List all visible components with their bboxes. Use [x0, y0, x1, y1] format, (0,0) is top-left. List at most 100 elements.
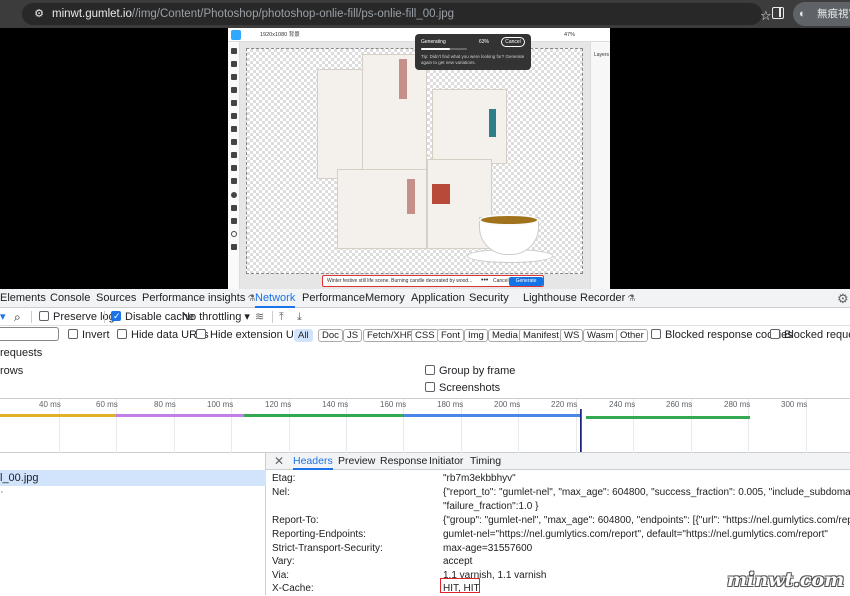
- lasso-tool-icon[interactable]: [231, 74, 237, 80]
- move-tool-icon[interactable]: [231, 48, 237, 54]
- filter-chip-manifest[interactable]: Manifest: [519, 329, 563, 342]
- checkbox-box: [425, 365, 435, 375]
- ps-layers-panel: Layers: [590, 42, 610, 289]
- package-stripe: [399, 59, 407, 99]
- tab-console[interactable]: Console: [50, 289, 90, 308]
- side-panel-icon[interactable]: [772, 7, 784, 19]
- tab-sources[interactable]: Sources: [96, 289, 136, 308]
- blocked-requests-checkbox[interactable]: Blocked requests: [770, 327, 850, 343]
- eyedropper-tool-icon[interactable]: [231, 178, 237, 184]
- ps-file-name[interactable]: 1920x1080 背景: [260, 30, 300, 40]
- network-conditions-icon[interactable]: ≋: [255, 309, 264, 325]
- tab-security[interactable]: Security: [469, 289, 509, 308]
- experimental-flask-icon: ⚗: [627, 293, 636, 303]
- tab-response[interactable]: Response: [380, 453, 427, 470]
- filter-chip-ws[interactable]: WS: [560, 329, 584, 342]
- ps-canvas[interactable]: [246, 48, 583, 274]
- timeline-bar-content: [116, 414, 244, 417]
- clone-tool-icon[interactable]: [231, 152, 237, 158]
- filter-chip-all[interactable]: All: [294, 329, 313, 342]
- ps-toolbar: [228, 42, 240, 289]
- site-settings-icon[interactable]: ⚙: [32, 7, 46, 21]
- invert-checkbox[interactable]: Invert: [68, 327, 110, 343]
- tab-application[interactable]: Application: [411, 289, 465, 308]
- pen-tool-icon[interactable]: [231, 126, 237, 132]
- browser-toolbar: ⚙ minwt.gumlet.io//img/Content/Photoshop…: [0, 0, 850, 28]
- filter-chip-css[interactable]: CSS: [411, 329, 439, 342]
- filter-chip-wasm[interactable]: Wasm: [583, 329, 618, 342]
- screenshots-checkbox[interactable]: Screenshots: [425, 382, 500, 394]
- eraser-tool-icon[interactable]: [231, 113, 237, 119]
- timeline-bar-request: [586, 416, 750, 419]
- zoom-tool-icon[interactable]: [231, 231, 237, 237]
- crop-tool-icon[interactable]: [231, 87, 237, 93]
- header-value: "rb7m3ekbbhyv": [443, 473, 516, 484]
- generating-progress-bar: [421, 48, 467, 50]
- filter-chip-img[interactable]: Img: [464, 329, 488, 342]
- watermark-logo: minwt.com: [727, 569, 845, 591]
- hide-data-urls-checkbox[interactable]: Hide data URLs: [117, 327, 209, 343]
- timeline-bar-download: [403, 414, 580, 417]
- third-party-requests-label[interactable]: requests: [0, 347, 42, 359]
- request-name: l_00.jpg: [0, 472, 39, 484]
- tab-network[interactable]: Network: [255, 289, 296, 308]
- import-har-icon[interactable]: ⤒: [279, 309, 284, 325]
- export-har-icon[interactable]: ⤓: [297, 309, 302, 325]
- ps-zoom[interactable]: 47%: [564, 30, 575, 40]
- network-overview-timeline[interactable]: 40 ms 60 ms 80 ms 100 ms 120 ms 140 ms 1…: [0, 398, 850, 454]
- prompt-input[interactable]: Winter festive still life scene. Burning…: [327, 278, 472, 284]
- more-tools-icon[interactable]: [231, 244, 237, 250]
- tab-timing[interactable]: Timing: [470, 453, 501, 470]
- prompt-generate-button[interactable]: Generate: [509, 277, 543, 286]
- tab-performance-insights[interactable]: Performance insights ⚗: [142, 289, 255, 308]
- timeline-bar-request: [244, 414, 403, 417]
- big-request-rows-label[interactable]: rows: [0, 365, 23, 377]
- filter-input[interactable]: [0, 327, 59, 341]
- tab-lighthouse[interactable]: Lighthouse: [523, 289, 577, 308]
- checkbox-box: [117, 329, 127, 339]
- bookmark-star-icon[interactable]: ☆: [760, 9, 772, 23]
- settings-gear-icon[interactable]: ⚙: [837, 292, 850, 305]
- fill-tool-icon[interactable]: [231, 165, 237, 171]
- checkbox-box: [196, 329, 206, 339]
- filter-funnel-icon[interactable]: ▾: [0, 309, 6, 325]
- filter-chip-other[interactable]: Other: [616, 329, 648, 342]
- filter-chip-fetch-xhr[interactable]: Fetch/XHR: [363, 329, 418, 342]
- table-row[interactable]: l_00.jpg: [0, 470, 266, 486]
- foreground-color-icon[interactable]: [231, 192, 237, 198]
- type-tool-icon[interactable]: [231, 139, 237, 145]
- search-icon[interactable]: ⌕: [14, 309, 21, 325]
- url-text[interactable]: minwt.gumlet.io//img/Content/Photoshop/p…: [52, 7, 454, 21]
- generating-cancel-button[interactable]: Cancel: [501, 37, 525, 47]
- hand-tool-icon[interactable]: [231, 218, 237, 224]
- close-icon[interactable]: ✕: [273, 453, 285, 470]
- brush-tool-icon[interactable]: [231, 100, 237, 106]
- select-tool-icon[interactable]: [231, 61, 237, 67]
- group-by-frame-label: Group by frame: [439, 365, 516, 377]
- swap-colors-icon[interactable]: [231, 205, 237, 211]
- timeline-tick-label: 160 ms: [380, 400, 407, 409]
- tea-surface: [479, 214, 539, 226]
- timeline-tick-label: 140 ms: [322, 400, 349, 409]
- filter-chip-js[interactable]: JS: [343, 329, 363, 342]
- prompt-more-icon[interactable]: •••: [481, 276, 488, 286]
- throttling-select[interactable]: No throttling ▾: [182, 309, 250, 325]
- tab-memory[interactable]: Memory: [365, 289, 405, 308]
- incognito-badge[interactable]: ◐ 無痕視窗: [793, 2, 850, 26]
- tab-initiator[interactable]: Initiator: [429, 453, 463, 470]
- filter-chip-doc[interactable]: Doc: [318, 329, 343, 342]
- tab-elements[interactable]: Elements: [0, 289, 46, 308]
- address-bar[interactable]: ⚙ minwt.gumlet.io//img/Content/Photoshop…: [22, 3, 772, 25]
- group-by-frame-checkbox[interactable]: Group by frame: [425, 365, 515, 377]
- timeline-tick-label: 40 ms: [39, 400, 61, 409]
- filter-chip-media[interactable]: Media: [488, 329, 522, 342]
- tab-preview[interactable]: Preview: [338, 453, 375, 470]
- checkbox-box-checked: [111, 308, 121, 324]
- prompt-cancel-button[interactable]: Cancel: [493, 278, 509, 284]
- header-value: accept: [443, 556, 473, 567]
- tab-recorder[interactable]: Recorder ⚗: [580, 289, 635, 308]
- tab-headers[interactable]: Headers: [293, 453, 333, 470]
- detail-tab-bar: ✕ Headers Preview Response Initiator Tim…: [266, 453, 850, 470]
- tab-performance[interactable]: Performance: [302, 289, 365, 308]
- filter-chip-font[interactable]: Font: [437, 329, 465, 342]
